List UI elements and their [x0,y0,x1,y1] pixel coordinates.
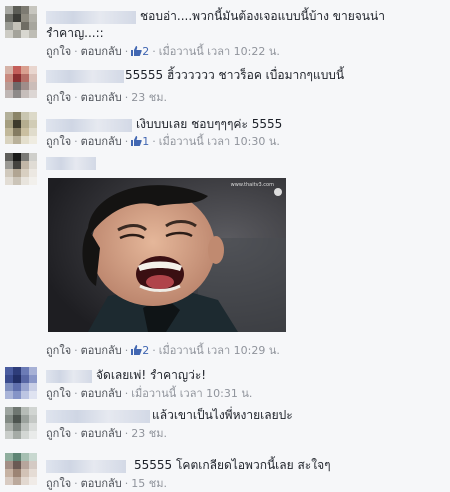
comment-actions: ถูกใจ · ตอบกลับ · 2 · เมื่อวานนี้ เวลา 10:29 น… [46,344,280,357]
comment-actions: ถูกใจ · ตอบกลับ · เมื่อวานนี้ เวลา 10:31 น. [46,387,253,400]
like-link[interactable]: ถูกใจ [46,427,71,440]
comment-actions: ถูกใจ · ตอบกลับ · 15 ชม. [46,477,167,490]
avatar[interactable] [5,66,37,98]
like-link[interactable]: ถูกใจ [46,477,71,490]
comment-actions: ถูกใจ · ตอบกลับ · 23 ชม. [46,91,167,104]
like-link[interactable]: ถูกใจ [46,344,71,357]
comment-actions: ถูกใจ · ตอบกลับ · 23 ชม. [46,427,167,440]
reply-link[interactable]: ตอบกลับ [81,91,122,104]
like-link[interactable]: ถูกใจ [46,135,71,148]
comment-text: เงิบบบเลย ชอบๆๆๆค่ะ 5555 [136,117,283,131]
photo-watermark: www.thaitv3.com [230,182,274,188]
reply-link[interactable]: ตอบกลับ [81,477,122,490]
reply-link[interactable]: ตอบกลับ [81,135,122,148]
like-link[interactable]: ถูกใจ [46,387,71,400]
timestamp[interactable]: 23 ชม. [131,91,167,104]
timestamp[interactable]: 23 ชม. [131,427,167,440]
timestamp[interactable]: เมื่อวานนี้ เวลา 10:31 น. [131,387,252,400]
reply-link[interactable]: ตอบกลับ [81,427,122,440]
timestamp[interactable]: เมื่อวานนี้ เวลา 10:22 น. [159,45,280,58]
comment-text: ชอบอ่า....พวกนี้มันต้องเจอแบบนี้บ้าง ขาย… [140,9,385,23]
like-link[interactable]: ถูกใจ [46,45,71,58]
commenter-name-redacted[interactable] [46,460,126,473]
comment-text: แล้วเขาเป็นไงพี่หงายเลยปะ [152,408,293,422]
comment-text-cont: รำคาญ...:: [46,26,104,40]
avatar[interactable] [5,6,37,38]
commenter-name-redacted[interactable] [46,410,150,423]
commenter-name-redacted[interactable] [46,11,136,24]
reply-link[interactable]: ตอบกลับ [81,387,122,400]
avatar[interactable] [5,153,37,185]
timestamp[interactable]: เมื่อวานนี้ เวลา 10:30 น. [159,135,280,148]
avatar[interactable] [5,407,37,439]
reply-link[interactable]: ตอบกลับ [81,344,122,357]
timestamp[interactable]: เมื่อวานนี้ เวลา 10:29 น. [159,344,280,357]
timestamp[interactable]: 15 ชม. [131,477,167,490]
commenter-name-redacted[interactable] [46,119,132,132]
avatar[interactable] [5,367,37,399]
avatar[interactable] [5,453,37,485]
commenter-name-redacted[interactable] [46,70,124,83]
comment-text: 55555 ฮิ้วววววว ชาวร็อค เบื่อมากๆแบบนี้ [125,68,345,82]
laughing-man-photo [48,178,286,332]
channel-logo-icon [274,188,282,196]
comment-text: 55555 โคตเกลียดไอพวกนี้เลย สะใจๆ [134,458,331,472]
comment-photo[interactable]: www.thaitv3.com [48,178,286,332]
thumbs-up-icon [131,345,143,355]
commenter-name-redacted[interactable] [46,370,92,383]
comment-actions: ถูกใจ · ตอบกลับ · 1 · เมื่อวานนี้ เวลา 10:30 น… [46,135,280,148]
like-link[interactable]: ถูกใจ [46,91,71,104]
comment-text: จัดเลยเพ่! รำคาญว่ะ! [96,368,207,382]
thumbs-up-icon [131,46,143,56]
commenter-name-redacted[interactable] [46,157,96,170]
comment-actions: ถูกใจ · ตอบกลับ · 2 · เมื่อวานนี้ เวลา 10:22 น… [46,45,280,58]
reply-link[interactable]: ตอบกลับ [81,45,122,58]
thumbs-up-icon [131,136,143,146]
avatar[interactable] [5,112,37,144]
